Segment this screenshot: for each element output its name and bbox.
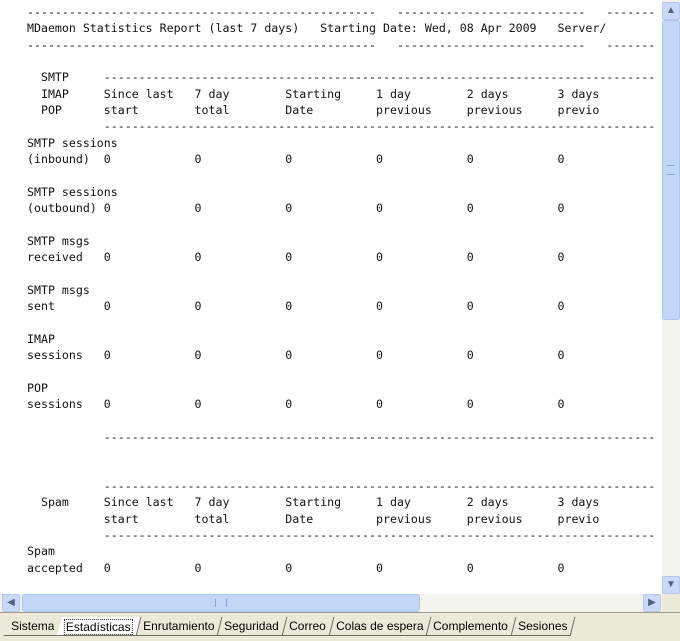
report-line [27,167,655,183]
scrollbar-corner [662,594,680,612]
grip-icon [667,165,675,175]
vertical-scrollbar[interactable]: ▲ ▼ [662,0,680,594]
tab-sistema[interactable]: Sistema [3,617,63,636]
report-line: sessions 0 0 0 0 0 0 [27,348,565,363]
report-line: POP start total Date previous previous p… [27,103,600,118]
report-line [27,53,655,69]
tab-complemento[interactable]: Complemento [425,617,517,636]
grip-icon [215,599,227,607]
report-line: ----------------------------------------… [27,37,656,52]
report-line: (outbound) 0 0 0 0 0 0 [27,201,565,216]
report-viewport[interactable]: ----------------------------------------… [0,0,662,594]
statistics-report-text: ----------------------------------------… [27,0,655,576]
report-line [27,462,655,478]
report-line: sent 0 0 0 0 0 0 [27,299,565,314]
tab-label: Colas de espera [335,619,424,633]
report-line: SMTP sessions [27,135,118,150]
report-line: SMTP msgs [27,282,90,297]
arrow-right-icon: ▶ [648,597,656,608]
report-line [27,364,655,380]
report-line [27,315,655,331]
tab-label: Seguridad [224,619,280,633]
report-line: accepted 0 0 0 0 0 0 [27,560,565,575]
report-line: Spam [27,544,55,559]
arrow-down-icon: ▼ [666,579,676,590]
report-line: POP [27,380,48,395]
tab-correo[interactable]: Correo [281,617,335,636]
report-line [27,266,655,282]
tab-label: Correo [289,619,326,633]
scroll-left-button[interactable]: ◀ [2,594,20,612]
report-line: IMAP [27,331,55,346]
arrow-left-icon: ◀ [7,597,15,608]
scroll-right-button[interactable]: ▶ [643,594,661,612]
report-line: SMTP -----------------------------------… [27,70,656,85]
vertical-scroll-thumb[interactable] [662,20,680,320]
report-line [27,413,655,429]
report-line [27,445,655,461]
tab-list: Sistema Estadísticas Enrutamiento Seguridad… [3,617,576,636]
report-line: sessions 0 0 0 0 0 0 [27,397,565,412]
report-line [27,216,655,232]
horizontal-scrollbar[interactable]: ◀ ▶ [0,594,662,612]
tab-label: Sistema [11,619,55,633]
report-line: ----------------------------------------… [27,119,656,134]
report-line: (inbound) 0 0 0 0 0 0 [27,152,565,167]
scroll-down-button[interactable]: ▼ [662,576,680,594]
tab-label: Sesiones [518,619,568,633]
scroll-up-button[interactable]: ▲ [662,2,680,20]
tab-seguridad[interactable]: Seguridad [217,617,288,636]
arrow-up-icon: ▲ [666,5,676,16]
tab-label: Estadísticas [64,619,133,635]
tab-estadisticas[interactable]: Estadísticas [56,617,142,636]
tab-enrutamiento[interactable]: Enrutamiento [135,617,223,636]
report-line: start total Date previous previous previ… [27,511,600,526]
report-line: received 0 0 0 0 0 0 [27,250,565,265]
tab-colas-de-espera[interactable]: Colas de espera [328,617,432,636]
report-line: MDaemon Statistics Report (last 7 days) … [27,21,607,36]
report-line: IMAP Since last 7 day Starting 1 day 2 d… [27,86,600,101]
report-line: Spam Since last 7 day Starting 1 day 2 d… [27,495,600,510]
report-line: ----------------------------------------… [27,528,656,542]
report-line: SMTP msgs [27,233,90,248]
report-line: ----------------------------------------… [27,5,656,19]
tab-sesiones[interactable]: Sesiones [510,617,576,636]
sheet-tab-bar: Sistema Estadísticas Enrutamiento Seguridad… [0,612,680,641]
report-line: ----------------------------------------… [27,478,656,493]
tab-label: Complemento [433,619,509,633]
tab-label: Enrutamiento [143,619,215,633]
report-line: ----------------------------------------… [27,429,656,444]
horizontal-scroll-thumb[interactable] [22,594,420,612]
report-line: SMTP sessions [27,184,118,199]
